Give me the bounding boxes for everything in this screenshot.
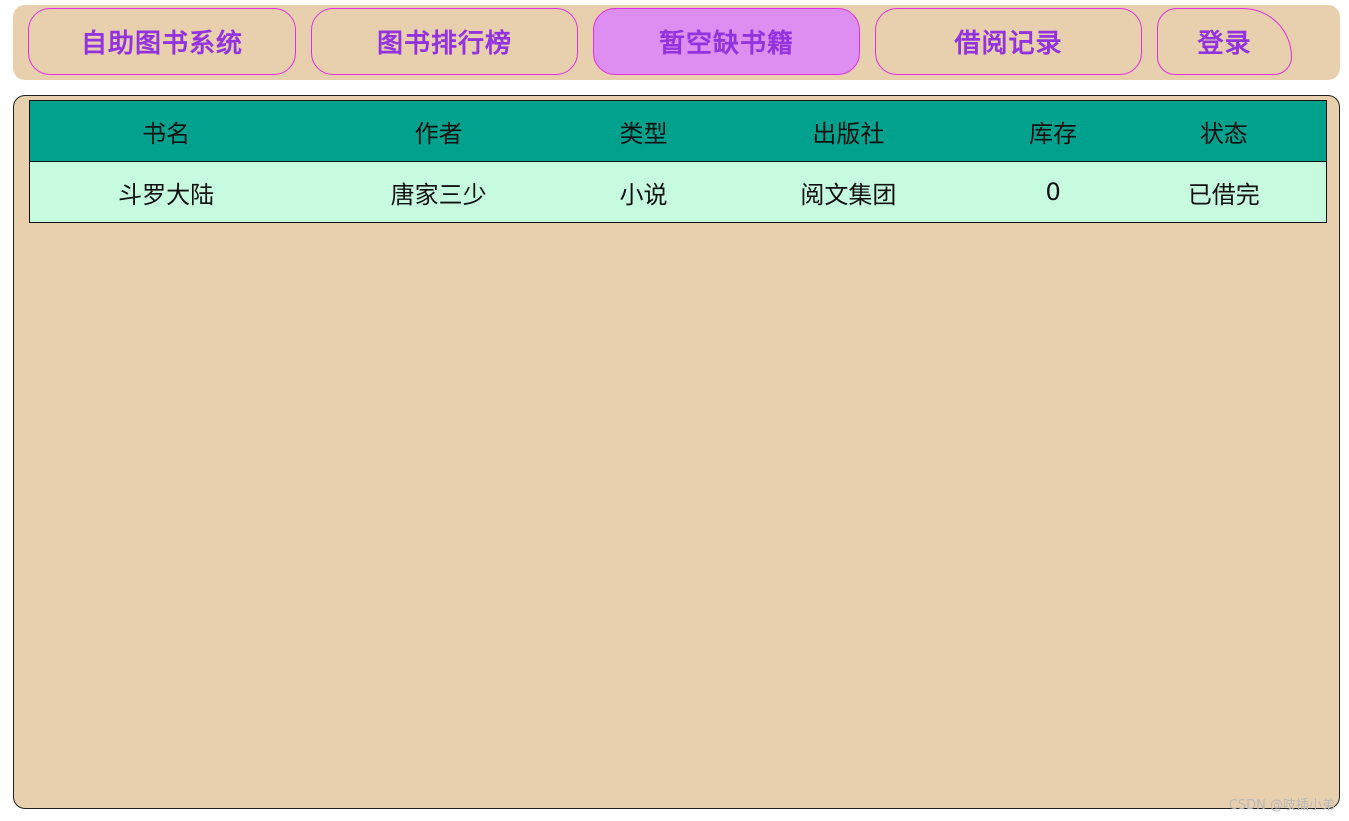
table-header-row: 书名 作者 类型 出版社 库存 状态 bbox=[29, 100, 1327, 162]
nav-book-ranking-button[interactable]: 图书排行榜 bbox=[311, 8, 578, 75]
header-stock: 库存 bbox=[984, 100, 1122, 162]
cell-status: 已借完 bbox=[1121, 161, 1327, 223]
books-table: 书名 作者 类型 出版社 库存 状态 斗罗大陆 唐家三少 小说 阅文集团 0 已… bbox=[29, 100, 1327, 223]
content-panel: 书名 作者 类型 出版社 库存 状态 斗罗大陆 唐家三少 小说 阅文集团 0 已… bbox=[13, 95, 1340, 809]
cell-publisher: 阅文集团 bbox=[711, 161, 985, 223]
cell-stock: 0 bbox=[984, 161, 1122, 223]
cell-author: 唐家三少 bbox=[302, 161, 576, 223]
nav-unavailable-books-button[interactable]: 暂空缺书籍 bbox=[593, 8, 860, 75]
header-type: 类型 bbox=[575, 100, 712, 162]
header-book-name: 书名 bbox=[29, 100, 303, 162]
cell-type: 小说 bbox=[575, 161, 712, 223]
top-nav-bar: 自助图书系统 图书排行榜 暂空缺书籍 借阅记录 登录 bbox=[13, 5, 1340, 80]
watermark-text: CSDN @吱插小弟 bbox=[1228, 798, 1335, 813]
table-row: 斗罗大陆 唐家三少 小说 阅文集团 0 已借完 bbox=[29, 161, 1327, 223]
nav-borrow-records-button[interactable]: 借阅记录 bbox=[875, 8, 1142, 75]
cell-book-name: 斗罗大陆 bbox=[29, 161, 303, 223]
header-publisher: 出版社 bbox=[711, 100, 985, 162]
header-status: 状态 bbox=[1121, 100, 1327, 162]
nav-self-service-system-button[interactable]: 自助图书系统 bbox=[28, 8, 296, 75]
header-author: 作者 bbox=[302, 100, 576, 162]
nav-login-button[interactable]: 登录 bbox=[1157, 8, 1292, 75]
